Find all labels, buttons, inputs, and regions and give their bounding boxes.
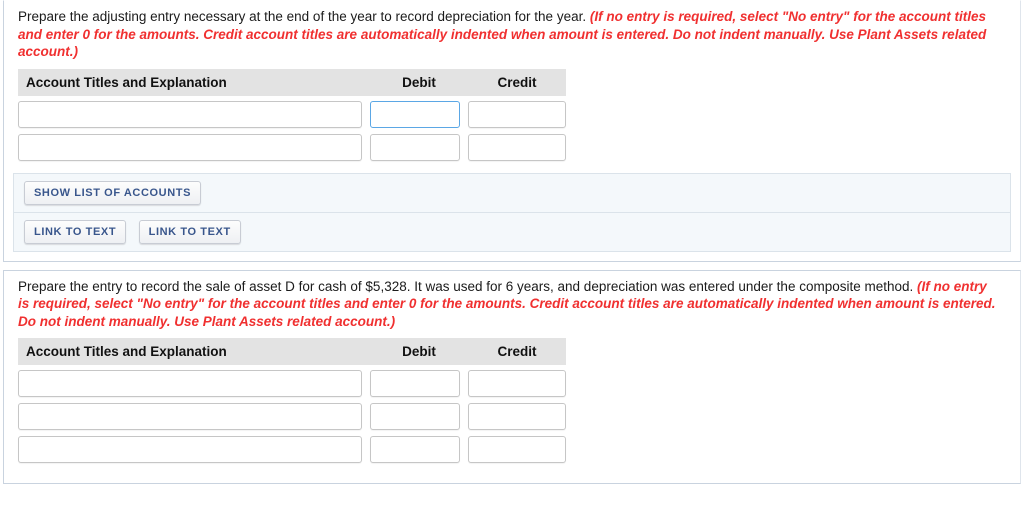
- debit-input-1-1[interactable]: [370, 100, 460, 128]
- question-prompt-2: Prepare the entry to record the sale of …: [4, 271, 1020, 335]
- table-row: [18, 133, 566, 167]
- column-header-account-titles: Account Titles and Explanation: [18, 338, 370, 365]
- column-header-debit: Debit: [370, 68, 468, 96]
- account-cell: [18, 133, 370, 167]
- account-cell: [18, 436, 370, 469]
- debit-cell: [370, 365, 468, 403]
- prompt-lead-text: Prepare the entry to record the sale of …: [18, 278, 918, 294]
- accounts-button-panel: SHOW LIST OF ACCOUNTS: [13, 172, 1011, 212]
- debit-input-1-2[interactable]: [370, 133, 460, 161]
- table-header-row: Account Titles and Explanation Debit Cre…: [18, 338, 566, 365]
- prompt-lead-text: Prepare the adjusting entry necessary at…: [18, 9, 590, 24]
- debit-cell: [370, 403, 468, 436]
- link-to-text-button-panel: LINK TO TEXT LINK TO TEXT: [13, 211, 1011, 252]
- credit-input-1-2[interactable]: [468, 133, 566, 161]
- account-cell: [18, 403, 370, 436]
- table-row: [18, 365, 566, 403]
- journal-entry-table-2: Account Titles and Explanation Debit Cre…: [18, 338, 566, 469]
- question-block-2: Prepare the entry to record the sale of …: [3, 269, 1021, 484]
- column-header-debit: Debit: [370, 338, 468, 365]
- table-row: [18, 436, 566, 469]
- link-to-text-button-2[interactable]: LINK TO TEXT: [138, 219, 241, 244]
- table-row: [18, 96, 566, 134]
- column-header-credit: Credit: [468, 338, 566, 365]
- link-to-text-button-1[interactable]: LINK TO TEXT: [24, 219, 127, 244]
- credit-input-2-1[interactable]: [468, 370, 566, 397]
- journal-entry-table-1: Account Titles and Explanation Debit Cre…: [18, 68, 566, 167]
- account-cell: [18, 96, 370, 134]
- credit-input-1-1[interactable]: [468, 100, 566, 128]
- credit-cell: [468, 365, 566, 403]
- credit-input-2-2[interactable]: [468, 403, 566, 430]
- table-header-row: Account Titles and Explanation Debit Cre…: [18, 68, 566, 96]
- account-title-input-2-3[interactable]: [18, 436, 362, 463]
- credit-cell: [468, 133, 566, 167]
- credit-cell: [468, 436, 566, 469]
- account-title-input-2-2[interactable]: [18, 403, 362, 430]
- credit-cell: [468, 403, 566, 436]
- account-title-input-1-1[interactable]: [18, 100, 362, 128]
- debit-input-2-3[interactable]: [370, 436, 460, 463]
- section-2-bottom-spacer: [4, 469, 1020, 483]
- column-header-credit: Credit: [468, 68, 566, 96]
- credit-cell: [468, 96, 566, 134]
- debit-input-2-2[interactable]: [370, 403, 460, 430]
- table-row: [18, 403, 566, 436]
- account-cell: [18, 365, 370, 403]
- debit-input-2-1[interactable]: [370, 370, 460, 397]
- account-title-input-2-1[interactable]: [18, 370, 362, 397]
- section-divider: [0, 261, 1024, 270]
- debit-cell: [370, 133, 468, 167]
- debit-cell: [370, 436, 468, 469]
- question-prompt-1: Prepare the adjusting entry necessary at…: [4, 1, 1020, 65]
- credit-input-2-3[interactable]: [468, 436, 566, 463]
- show-list-of-accounts-button[interactable]: SHOW LIST OF ACCOUNTS: [24, 180, 202, 205]
- account-title-input-1-2[interactable]: [18, 133, 362, 161]
- exercise-page: Prepare the adjusting entry necessary at…: [0, 0, 1024, 512]
- debit-cell: [370, 96, 468, 134]
- question-block-1: Prepare the adjusting entry necessary at…: [3, 0, 1021, 262]
- column-header-account-titles: Account Titles and Explanation: [18, 68, 370, 96]
